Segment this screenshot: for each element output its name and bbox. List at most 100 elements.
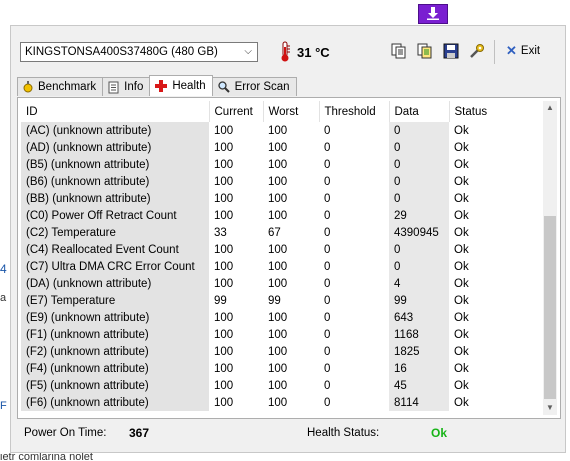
cell-id: (C2) Temperature bbox=[21, 224, 209, 241]
column-header-current[interactable]: Current bbox=[209, 101, 264, 122]
close-icon: ✕ bbox=[506, 43, 517, 58]
health-cross-icon bbox=[155, 80, 168, 92]
cell-data: 29 bbox=[389, 207, 449, 224]
cell-status: Ok bbox=[454, 260, 469, 273]
cell-current: 100 bbox=[214, 277, 234, 290]
cell-current: 100 bbox=[214, 124, 234, 137]
table-row[interactable]: (E7) Temperature 99 99 0 99 Ok bbox=[21, 292, 542, 309]
cell-id: (C7) Ultra DMA CRC Error Count bbox=[21, 258, 209, 275]
table-row[interactable]: (DA) (unknown attribute) 100 100 0 4 Ok bbox=[21, 275, 542, 292]
power-on-time-value: 367 bbox=[129, 426, 150, 440]
column-header-id[interactable]: ID bbox=[21, 101, 210, 122]
tab-benchmark[interactable]: Benchmark bbox=[17, 77, 104, 96]
cell-threshold: 0 bbox=[324, 124, 331, 137]
cell-data: 0 bbox=[389, 139, 449, 156]
drive-select[interactable]: KINGSTONSA400S37480G (480 GB) ⌵ bbox=[20, 42, 258, 62]
cell-data: 4 bbox=[389, 275, 449, 292]
table-row[interactable]: (F4) (unknown attribute) 100 100 0 16 Ok bbox=[21, 360, 542, 377]
download-app-icon[interactable] bbox=[418, 4, 448, 24]
cell-data: 1825 bbox=[389, 343, 449, 360]
cell-current: 100 bbox=[214, 209, 234, 222]
table-row[interactable]: (B5) (unknown attribute) 100 100 0 0 Ok bbox=[21, 156, 542, 173]
cell-worst: 100 bbox=[268, 379, 288, 392]
table-header-row: ID Current Worst Threshold Data Status bbox=[21, 101, 542, 122]
cell-id: (E7) Temperature bbox=[21, 292, 209, 309]
cell-threshold: 0 bbox=[324, 396, 331, 409]
copy-button[interactable] bbox=[389, 41, 409, 61]
column-header-data[interactable]: Data bbox=[389, 101, 450, 122]
table-row[interactable]: (C2) Temperature 33 67 0 4390945 Ok bbox=[21, 224, 542, 241]
table-row[interactable]: (BB) (unknown attribute) 100 100 0 0 Ok bbox=[21, 190, 542, 207]
tab-error-scan[interactable]: Error Scan bbox=[211, 77, 297, 96]
cell-threshold: 0 bbox=[324, 328, 331, 341]
tools-icon bbox=[470, 44, 484, 58]
cell-current: 100 bbox=[214, 192, 234, 205]
cell-id: (C0) Power Off Retract Count bbox=[21, 207, 209, 224]
drive-select-value: KINGSTONSA400S37480G (480 GB) bbox=[25, 46, 218, 58]
cell-current: 100 bbox=[214, 243, 234, 256]
save-icon bbox=[443, 43, 459, 59]
exit-button[interactable]: ✕ Exit bbox=[506, 43, 540, 59]
health-status-label: Health Status: bbox=[307, 427, 380, 439]
cell-status: Ok bbox=[454, 175, 469, 188]
cell-worst: 100 bbox=[268, 345, 288, 358]
table-row[interactable]: (AC) (unknown attribute) 100 100 0 0 Ok bbox=[21, 122, 542, 139]
table-row[interactable]: (F6) (unknown attribute) 100 100 0 8114 Ok bbox=[21, 394, 542, 411]
tab-label: Benchmark bbox=[38, 81, 97, 93]
cell-status: Ok bbox=[454, 345, 469, 358]
cell-id: (AC) (unknown attribute) bbox=[21, 122, 209, 139]
cell-worst: 99 bbox=[268, 294, 281, 307]
magnifier-icon bbox=[217, 81, 230, 93]
cell-data: 0 bbox=[389, 190, 449, 207]
cell-current: 99 bbox=[214, 294, 227, 307]
tab-health[interactable]: Health bbox=[149, 75, 213, 96]
benchmark-icon bbox=[23, 80, 33, 94]
status-bar: Power On Time: 367 Health Status: Ok bbox=[11, 422, 565, 444]
cell-threshold: 0 bbox=[324, 209, 331, 222]
background-text-fragment: 4 bbox=[0, 262, 7, 276]
smart-table[interactable]: ID Current Worst Threshold Data Status (… bbox=[21, 101, 542, 415]
table-row[interactable]: (E9) (unknown attribute) 100 100 0 643 Ok bbox=[21, 309, 542, 326]
table-row[interactable]: (F5) (unknown attribute) 100 100 0 45 Ok bbox=[21, 377, 542, 394]
options-button[interactable] bbox=[467, 41, 487, 61]
tab-label: Error Scan bbox=[234, 81, 290, 93]
cell-status: Ok bbox=[454, 379, 469, 392]
cell-threshold: 0 bbox=[324, 226, 331, 239]
cell-status: Ok bbox=[454, 311, 469, 324]
cell-threshold: 0 bbox=[324, 362, 331, 375]
cell-current: 100 bbox=[214, 311, 234, 324]
vertical-scrollbar[interactable]: ▲ ▼ bbox=[543, 101, 557, 415]
scroll-down-arrow-icon[interactable]: ▼ bbox=[543, 401, 557, 415]
save-button[interactable] bbox=[441, 41, 461, 61]
table-row[interactable]: (C7) Ultra DMA CRC Error Count 100 100 0 0 Ok bbox=[21, 258, 542, 275]
cell-current: 100 bbox=[214, 260, 234, 273]
column-header-status[interactable]: Status bbox=[449, 101, 542, 122]
cell-id: (DA) (unknown attribute) bbox=[21, 275, 209, 292]
cell-threshold: 0 bbox=[324, 260, 331, 273]
cell-status: Ok bbox=[454, 396, 469, 409]
cell-worst: 100 bbox=[268, 124, 288, 137]
cell-worst: 100 bbox=[268, 260, 288, 273]
table-row[interactable]: (C4) Reallocated Event Count 100 100 0 0 Ok bbox=[21, 241, 542, 258]
table-row[interactable]: (F1) (unknown attribute) 100 100 0 1168 Ok bbox=[21, 326, 542, 343]
table-row[interactable]: (C0) Power Off Retract Count 100 100 0 29 Ok bbox=[21, 207, 542, 224]
tab-info[interactable]: Info bbox=[102, 77, 151, 96]
scroll-thumb[interactable] bbox=[544, 216, 556, 399]
temperature-display: 31 °C bbox=[279, 41, 330, 63]
copy-all-button[interactable] bbox=[415, 41, 435, 61]
column-header-worst[interactable]: Worst bbox=[263, 101, 320, 122]
table-row[interactable]: (B6) (unknown attribute) 100 100 0 0 Ok bbox=[21, 173, 542, 190]
thermometer-icon bbox=[279, 41, 291, 63]
cell-status: Ok bbox=[454, 243, 469, 256]
table-row[interactable]: (F2) (unknown attribute) 100 100 0 1825 Ok bbox=[21, 343, 542, 360]
scroll-up-arrow-icon[interactable]: ▲ bbox=[543, 101, 557, 115]
table-row[interactable]: (AD) (unknown attribute) 100 100 0 0 Ok bbox=[21, 139, 542, 156]
cell-threshold: 0 bbox=[324, 379, 331, 392]
column-header-threshold[interactable]: Threshold bbox=[319, 101, 390, 122]
tab-label: Info bbox=[124, 81, 144, 93]
cell-data: 16 bbox=[389, 360, 449, 377]
exit-label: Exit bbox=[520, 45, 541, 57]
cell-status: Ok bbox=[454, 124, 469, 137]
cell-data: 1168 bbox=[389, 326, 449, 343]
copy-all-icon bbox=[417, 43, 432, 59]
